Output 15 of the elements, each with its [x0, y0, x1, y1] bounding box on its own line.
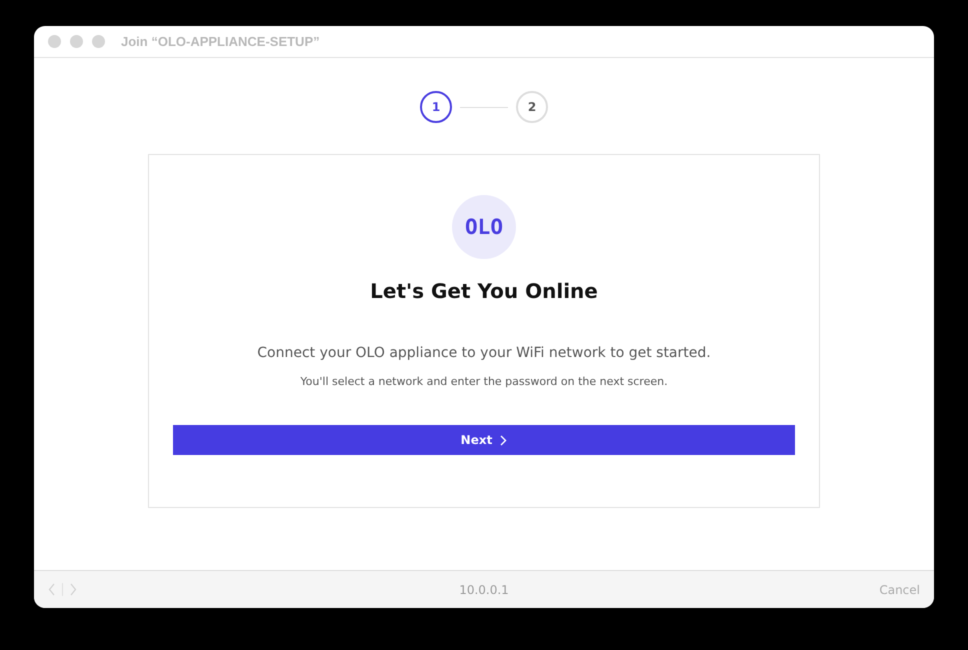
close-button[interactable]: [48, 35, 61, 48]
next-button[interactable]: Next: [173, 425, 795, 455]
window-title: Join “OLO-APPLIANCE-SETUP”: [121, 34, 320, 49]
back-icon[interactable]: [48, 583, 56, 596]
note: You'll select a network and enter the password on the next screen.: [300, 375, 668, 388]
forward-icon[interactable]: [69, 583, 77, 596]
chevron-right-icon: [500, 434, 508, 446]
minimize-button[interactable]: [70, 35, 83, 48]
step-indicator: 2: [516, 91, 548, 123]
address-text: 10.0.0.1: [459, 582, 509, 596]
description: Connect your OLO appliance to your WiFi network to get started.: [257, 345, 711, 361]
step-indicator: 1: [420, 91, 452, 123]
logo: OLO: [452, 195, 516, 259]
zoom-button[interactable]: [92, 35, 105, 48]
heading: Let's Get You Online: [370, 279, 598, 303]
